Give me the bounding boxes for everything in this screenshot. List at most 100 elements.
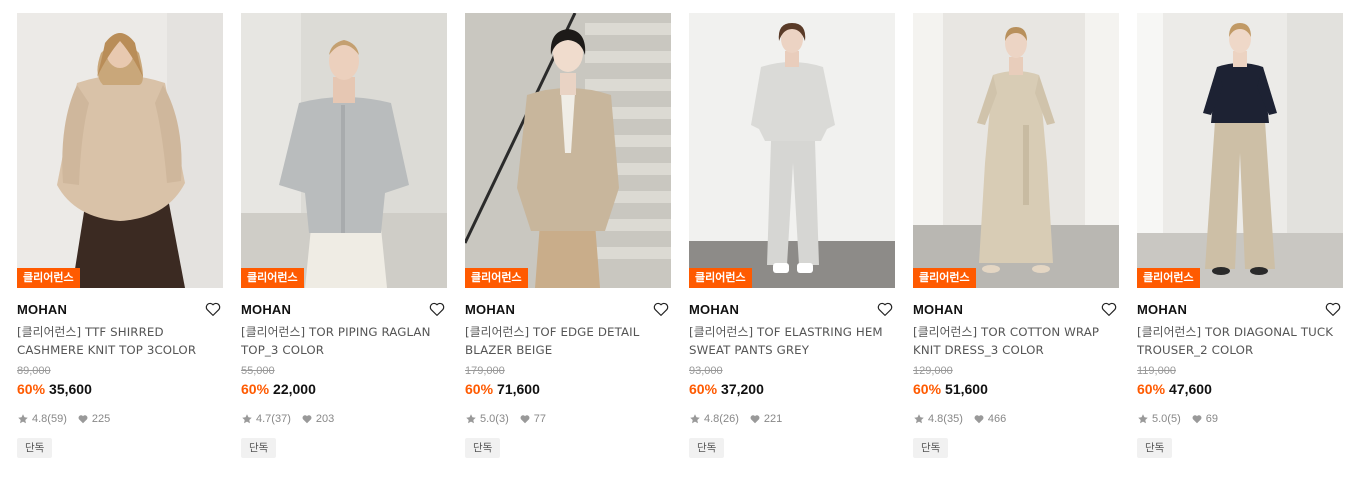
product-name[interactable]: [클리어런스] TOR PIPING RAGLAN TOP_3 COLOR bbox=[241, 323, 447, 359]
sale-price: 37,200 bbox=[721, 381, 764, 397]
like-count: 69 bbox=[1205, 413, 1218, 425]
brand-name[interactable]: MOHAN bbox=[689, 299, 895, 321]
product-image[interactable]: 클리어런스 bbox=[241, 13, 447, 288]
discount-rate: 60% bbox=[241, 381, 270, 397]
likes-heart-icon bbox=[1192, 415, 1202, 424]
star-icon bbox=[914, 414, 924, 424]
wishlist-heart-icon[interactable] bbox=[204, 300, 222, 318]
clearance-badge: 클리어런스 bbox=[689, 268, 752, 288]
wishlist-heart-icon[interactable] bbox=[652, 300, 670, 318]
clearance-badge: 클리어런스 bbox=[1137, 268, 1200, 288]
product-card[interactable]: 클리어런스 MOHAN [클리어런스] TOF EDGE DETAIL BLAZ… bbox=[465, 13, 671, 463]
like-count: 203 bbox=[315, 413, 335, 425]
wishlist-heart-icon[interactable] bbox=[1324, 300, 1342, 318]
product-meta: 4.8 (59) 225 bbox=[17, 412, 223, 426]
rating-value: 5.0 bbox=[1152, 413, 1168, 425]
original-price: 89,000 bbox=[17, 365, 51, 377]
rating-value: 4.8 bbox=[32, 413, 48, 425]
product-photo bbox=[17, 13, 223, 288]
review-count: (35) bbox=[943, 413, 963, 425]
product-image[interactable]: 클리어런스 bbox=[913, 13, 1119, 288]
product-grid: 클리어런스 MOHAN [클리어런스] TTF SHIRRED CASHMERE… bbox=[0, 0, 1358, 481]
product-image[interactable]: 클리어런스 bbox=[1137, 13, 1343, 288]
sale-price: 71,600 bbox=[497, 381, 540, 397]
exclusive-tag: 단독 bbox=[1137, 438, 1173, 458]
review-count: (5) bbox=[1167, 413, 1181, 425]
likes-heart-icon bbox=[974, 415, 984, 424]
sale-price: 51,600 bbox=[945, 381, 988, 397]
wishlist-heart-icon[interactable] bbox=[428, 300, 446, 318]
brand-name[interactable]: MOHAN bbox=[17, 299, 223, 321]
likes-heart-icon bbox=[302, 415, 312, 424]
sale-price: 22,000 bbox=[273, 381, 316, 397]
product-name[interactable]: [클리어런스] TTF SHIRRED CASHMERE KNIT TOP 3C… bbox=[17, 323, 223, 359]
exclusive-tag: 단독 bbox=[17, 438, 53, 458]
rating-value: 4.8 bbox=[928, 413, 944, 425]
clearance-badge: 클리어런스 bbox=[913, 268, 976, 288]
original-price: 129,000 bbox=[913, 365, 953, 377]
clearance-badge: 클리어런스 bbox=[17, 268, 80, 288]
product-name[interactable]: [클리어런스] TOR DIAGONAL TUCK TROUSER_2 COLO… bbox=[1137, 323, 1343, 359]
product-card[interactable]: 클리어런스 MOHAN [클리어런스] TOR PIPING RAGLAN TO… bbox=[241, 13, 447, 463]
product-meta: 4.8 (26) 221 bbox=[689, 412, 895, 426]
product-card[interactable]: 클리어런스 MOHAN [클리어런스] TOF ELASTRING HEM SW… bbox=[689, 13, 895, 463]
product-name[interactable]: [클리어런스] TOF EDGE DETAIL BLAZER BEIGE bbox=[465, 323, 671, 359]
product-meta: 4.7 (37) 203 bbox=[241, 412, 447, 426]
brand-name[interactable]: MOHAN bbox=[241, 299, 447, 321]
exclusive-tag: 단독 bbox=[241, 438, 277, 458]
product-image[interactable]: 클리어런스 bbox=[465, 13, 671, 288]
exclusive-tag: 단독 bbox=[465, 438, 501, 458]
likes-heart-icon bbox=[750, 415, 760, 424]
product-meta: 5.0 (5) 69 bbox=[1137, 412, 1343, 426]
price-row: 60% 35,600 bbox=[17, 380, 223, 398]
discount-rate: 60% bbox=[913, 381, 942, 397]
product-name[interactable]: [클리어런스] TOF ELASTRING HEM SWEAT PANTS GR… bbox=[689, 323, 895, 359]
price-row: 60% 47,600 bbox=[1137, 380, 1343, 398]
product-card[interactable]: 클리어런스 MOHAN [클리어런스] TTF SHIRRED CASHMERE… bbox=[17, 13, 223, 463]
discount-rate: 60% bbox=[689, 381, 718, 397]
discount-rate: 60% bbox=[17, 381, 46, 397]
wishlist-heart-icon[interactable] bbox=[876, 300, 894, 318]
star-icon bbox=[690, 414, 700, 424]
star-icon bbox=[18, 414, 28, 424]
rating-value: 4.8 bbox=[704, 413, 720, 425]
wishlist-heart-icon[interactable] bbox=[1100, 300, 1118, 318]
clearance-badge: 클리어런스 bbox=[241, 268, 304, 288]
likes-heart-icon bbox=[78, 415, 88, 424]
product-name[interactable]: [클리어런스] TOR COTTON WRAP KNIT DRESS_3 COL… bbox=[913, 323, 1119, 359]
product-photo bbox=[465, 13, 671, 288]
review-count: (37) bbox=[271, 413, 291, 425]
review-count: (26) bbox=[719, 413, 739, 425]
original-price: 119,000 bbox=[1137, 365, 1176, 377]
like-count: 221 bbox=[763, 413, 783, 425]
product-card[interactable]: 클리어런스 MOHAN [클리어런스] TOR DIAGONAL TUCK TR… bbox=[1137, 13, 1343, 463]
discount-rate: 60% bbox=[465, 381, 494, 397]
star-icon bbox=[242, 414, 252, 424]
star-icon bbox=[466, 414, 476, 424]
like-count: 466 bbox=[987, 413, 1007, 425]
product-image[interactable]: 클리어런스 bbox=[17, 13, 223, 288]
brand-name[interactable]: MOHAN bbox=[913, 299, 1119, 321]
brand-name[interactable]: MOHAN bbox=[465, 299, 671, 321]
sale-price: 35,600 bbox=[49, 381, 92, 397]
product-image[interactable]: 클리어런스 bbox=[689, 13, 895, 288]
brand-name[interactable]: MOHAN bbox=[1137, 299, 1343, 321]
clearance-badge: 클리어런스 bbox=[465, 268, 528, 288]
like-count: 77 bbox=[533, 413, 546, 425]
original-price: 179,000 bbox=[465, 365, 505, 377]
product-meta: 4.8 (35) 466 bbox=[913, 412, 1119, 426]
price-row: 60% 37,200 bbox=[689, 380, 895, 398]
sale-price: 47,600 bbox=[1169, 381, 1212, 397]
likes-heart-icon bbox=[520, 415, 530, 424]
exclusive-tag: 단독 bbox=[689, 438, 725, 458]
product-photo bbox=[689, 13, 895, 288]
product-photo bbox=[913, 13, 1119, 288]
product-card[interactable]: 클리어런스 MOHAN [클리어런스] TOR COTTON WRAP KNIT… bbox=[913, 13, 1119, 463]
original-price: 93,000 bbox=[689, 365, 723, 377]
star-icon bbox=[1138, 414, 1148, 424]
like-count: 225 bbox=[91, 413, 111, 425]
product-photo bbox=[241, 13, 447, 288]
review-count: (59) bbox=[47, 413, 67, 425]
original-price: 55,000 bbox=[241, 365, 275, 377]
price-row: 60% 71,600 bbox=[465, 380, 671, 398]
